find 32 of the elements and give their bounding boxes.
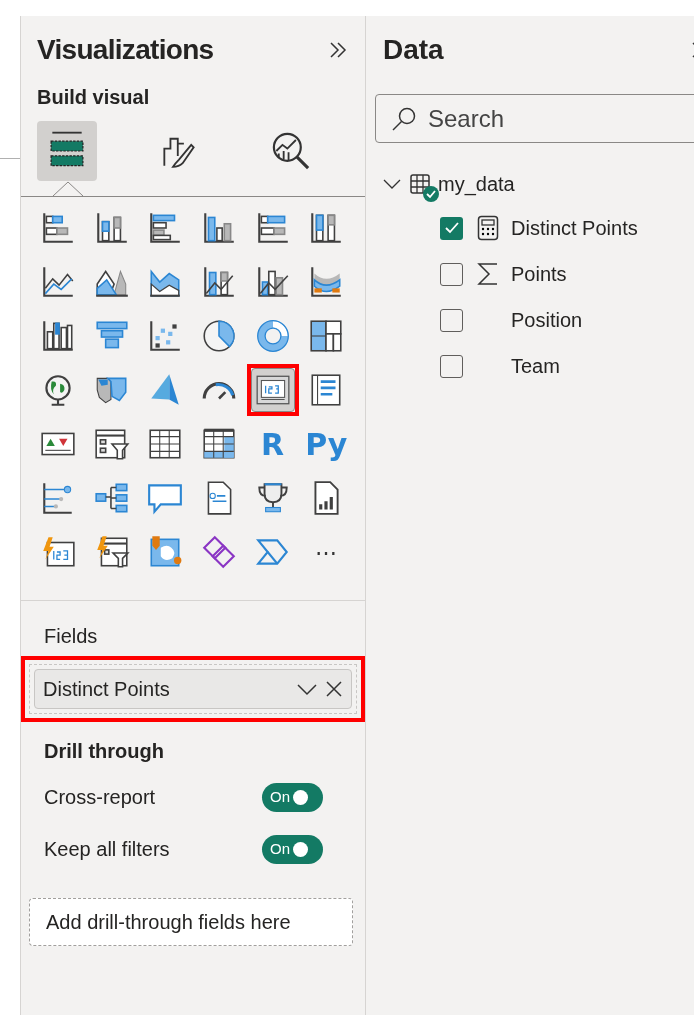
- build-visual-tab[interactable]: [37, 121, 97, 181]
- field-pill[interactable]: Distinct Points: [34, 669, 352, 709]
- toggle-switch[interactable]: On: [262, 834, 323, 864]
- pie-chart-icon: [200, 317, 238, 355]
- diamond-icon: [200, 533, 238, 571]
- checkbox[interactable]: [440, 308, 463, 332]
- search-box[interactable]: Search: [375, 94, 694, 143]
- checkbox[interactable]: [440, 216, 463, 240]
- drop-zone[interactable]: Add drill-through fields here: [29, 898, 353, 946]
- calculator-icon: [477, 215, 499, 241]
- table-icon: [410, 174, 440, 204]
- toggle-label: Cross-report: [44, 785, 157, 810]
- field-name[interactable]: Position: [511, 305, 583, 335]
- field-name: Distinct Points: [43, 677, 171, 702]
- table-name[interactable]: my_data: [438, 169, 515, 199]
- toggle-label: Keep all filters: [44, 837, 171, 862]
- pane-title: Data: [383, 33, 444, 67]
- field-name[interactable]: Team: [511, 351, 560, 381]
- field-name[interactable]: Distinct Points: [511, 213, 638, 243]
- search-field[interactable]: Search: [428, 100, 694, 137]
- sigma-icon: [477, 262, 499, 286]
- toggle-switch[interactable]: On: [262, 782, 323, 812]
- checkmark-icon: [443, 220, 460, 236]
- checkbox[interactable]: [440, 262, 463, 286]
- pane-title: Visualizations: [37, 33, 214, 67]
- section-title: Drill through: [43, 739, 165, 764]
- more-visuals-button[interactable]: ⋯: [304, 530, 349, 574]
- field-name[interactable]: Points: [511, 259, 567, 289]
- close-icon[interactable]: [325, 680, 343, 698]
- checkbox[interactable]: [440, 354, 463, 378]
- section-title: Build visual: [36, 85, 151, 110]
- fields-label: Fields: [43, 624, 99, 649]
